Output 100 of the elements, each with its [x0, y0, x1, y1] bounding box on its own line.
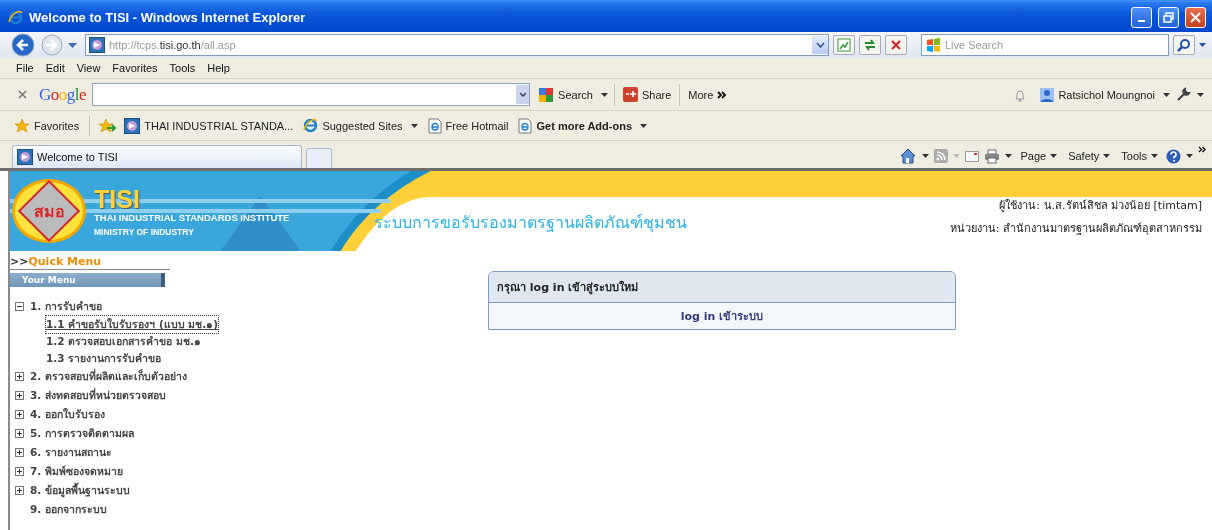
system-title: ระบบการขอรับรองมาตรฐานผลิตภัณฑ์ชุมชน: [374, 212, 687, 235]
menu-item[interactable]: Favorites: [106, 62, 164, 74]
expand-icon[interactable]: [15, 486, 24, 495]
search-box[interactable]: Live Search: [921, 34, 1169, 56]
dropdown-caret-icon[interactable]: [1005, 154, 1013, 158]
ministry-name: MINISTRY OF INDUSTRY: [94, 226, 195, 237]
help-icon[interactable]: [1166, 148, 1181, 164]
dropdown-caret-icon[interactable]: [1151, 154, 1158, 158]
browser-tab[interactable]: Welcome to TISI: [12, 145, 302, 168]
share-button[interactable]: Share: [620, 87, 674, 102]
favorites-link[interactable]: Suggested Sites: [301, 118, 420, 133]
menu-item[interactable]: 8. ข้อมูลพื้นฐานระบบ: [30, 482, 130, 499]
window-title: Welcome to TISI - Windows Internet Explorer: [29, 9, 307, 25]
compatibility-view-button[interactable]: [833, 35, 855, 55]
expand-icon[interactable]: [15, 372, 24, 381]
command-menu[interactable]: Tools: [1118, 150, 1161, 162]
dropdown-caret-icon[interactable]: [640, 123, 648, 128]
close-button[interactable]: [1185, 6, 1206, 28]
menu-item[interactable]: 4. ออกใบรับรอง: [30, 406, 105, 423]
address-field[interactable]: http://tcps.tisi.go.th/all.asp: [85, 34, 829, 56]
add-favorite-icon[interactable]: [98, 117, 117, 134]
command-menu[interactable]: Page: [1017, 150, 1061, 162]
dropdown-caret-icon[interactable]: [410, 123, 418, 128]
search-button[interactable]: [1173, 35, 1195, 55]
menu-item[interactable]: Help: [201, 62, 236, 74]
submenu-item[interactable]: 1.1 คำขอรับใบรับรองฯ (แบบ มช.๑): [45, 315, 220, 334]
collapse-icon[interactable]: [15, 302, 24, 311]
login-link[interactable]: log in เข้าระบบ: [680, 310, 764, 323]
windows-flag-icon: [926, 38, 941, 52]
dropdown-caret-icon[interactable]: [815, 42, 825, 48]
expand-icon[interactable]: [15, 410, 24, 419]
google-search-field[interactable]: [92, 83, 531, 106]
dropdown-caret-icon[interactable]: [600, 92, 608, 97]
favorites-button[interactable]: Favorites: [12, 117, 82, 134]
minimize-button[interactable]: [1131, 6, 1152, 28]
mail-icon[interactable]: [965, 150, 980, 162]
expand-icon[interactable]: [15, 391, 24, 400]
submenu-item[interactable]: 1.3 รายงานการรับคำขอ: [45, 349, 163, 368]
close-icon: [1190, 11, 1201, 23]
double-chevron-icon: [717, 90, 728, 99]
menu-item[interactable]: 2. ตรวจสอบที่ผลิตและเก็บตัวอย่าง: [30, 368, 187, 385]
dropdown-caret-icon[interactable]: [922, 154, 930, 158]
expand-icon[interactable]: [15, 448, 24, 457]
menu-item[interactable]: Tools: [163, 62, 202, 74]
page-icon: [518, 117, 533, 134]
favorites-link[interactable]: Free Hotmail: [425, 117, 511, 134]
squares-icon: [538, 86, 555, 103]
ie-logo-icon: [8, 9, 23, 25]
dropdown-caret-icon[interactable]: [1199, 43, 1206, 47]
back-button-icon[interactable]: [10, 33, 36, 57]
refresh-button[interactable]: [859, 35, 881, 55]
compatibility-view-icon: [837, 38, 851, 52]
google-logo: Google: [39, 84, 87, 105]
site-favicon-icon: [124, 117, 141, 134]
restore-button[interactable]: [1158, 6, 1179, 28]
panel-header: กรุณา log in เข้าสู่ระบบใหม่: [489, 272, 955, 303]
institute-name: THAI INDUSTRIAL STANDARDS INSTITUTE: [94, 211, 290, 223]
dropdown-caret-icon[interactable]: [1186, 154, 1193, 158]
refresh-icon: [863, 38, 877, 52]
menu-item[interactable]: 5. การตรวจติดตามผล: [30, 425, 134, 442]
menu-item[interactable]: 9. ออกจากระบบ: [30, 501, 107, 518]
stop-icon: [890, 39, 902, 51]
search-icon: [1177, 38, 1191, 52]
printer-icon[interactable]: [984, 148, 1001, 164]
home-icon[interactable]: [900, 148, 918, 164]
dropdown-caret-icon[interactable]: [1197, 92, 1204, 97]
favorites-link[interactable]: Get more Add-ons: [516, 117, 650, 134]
site-favicon-icon: [17, 149, 33, 165]
site-favicon-icon: [89, 37, 105, 53]
expand-icon[interactable]: [15, 429, 24, 438]
menu-item[interactable]: 7. พิมพ์ซองจดหมาย: [30, 463, 123, 480]
menu-item[interactable]: File: [10, 62, 40, 74]
stop-button[interactable]: [885, 35, 907, 55]
restore-icon: [1163, 11, 1174, 23]
menu-header-bar: Your Menu: [10, 273, 165, 287]
menu-item[interactable]: View: [70, 62, 107, 74]
menu-item[interactable]: 3. ส่งทดสอบที่หน่วยตรวจสอบ: [30, 387, 166, 404]
menu-item[interactable]: 1. การรับคำขอ: [30, 298, 102, 315]
toolbar-overflow-icon[interactable]: [1198, 146, 1206, 153]
dropdown-caret-icon[interactable]: [1103, 154, 1111, 158]
search-button[interactable]: Search: [536, 86, 595, 103]
submenu-item[interactable]: 1.2 ตรวจสอบเอกสารคำขอ มช.๑: [45, 332, 202, 351]
menu-item[interactable]: Edit: [39, 62, 71, 74]
user-account-button[interactable]: Ratsichol Moungnoi: [1038, 87, 1157, 102]
wrench-icon[interactable]: [1176, 87, 1191, 102]
dropdown-caret-icon[interactable]: [1050, 154, 1058, 158]
star-icon: [14, 117, 30, 134]
history-caret-icon[interactable]: [68, 42, 77, 48]
plus-badge-icon: [622, 87, 638, 102]
command-menu[interactable]: Safety: [1065, 150, 1114, 162]
dropdown-caret-icon[interactable]: [1163, 92, 1170, 97]
person-icon: [1040, 87, 1055, 102]
close-icon[interactable]: [18, 90, 27, 99]
ie-logo-icon: [303, 118, 319, 133]
page-icon: [427, 117, 442, 134]
favorites-link[interactable]: THAI INDUSTRIAL STANDA...: [122, 117, 296, 134]
menu-item[interactable]: 6. รายงานสถานะ: [30, 444, 112, 461]
more-button[interactable]: More: [686, 88, 730, 101]
expand-icon[interactable]: [15, 467, 24, 476]
dropdown-caret-icon[interactable]: [518, 92, 527, 97]
